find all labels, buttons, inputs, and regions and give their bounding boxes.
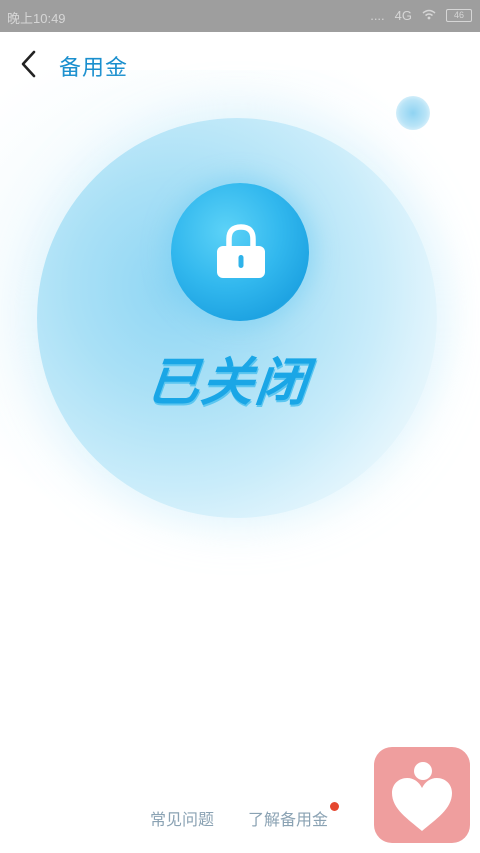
- signal-icon: ....: [370, 8, 385, 23]
- network-label: 4G: [394, 8, 412, 23]
- closed-status-label: 已关闭: [144, 353, 313, 413]
- faq-link[interactable]: 常见问题: [150, 806, 214, 830]
- heart-person-icon: [392, 762, 452, 831]
- battery-icon: 46: [446, 9, 472, 22]
- status-bar: 晚上10:49 .... 4G 46: [0, 0, 480, 32]
- lock-icon: [217, 224, 265, 278]
- wifi-icon: [422, 8, 436, 23]
- status-icons: .... 4G 46: [370, 8, 472, 23]
- notification-dot: [330, 802, 339, 811]
- status-time: 晚上10:49: [7, 11, 66, 26]
- decorative-bubble: [396, 96, 430, 130]
- learn-more-link[interactable]: 了解备用金: [248, 806, 328, 830]
- floating-assistant-button[interactable]: [374, 747, 470, 843]
